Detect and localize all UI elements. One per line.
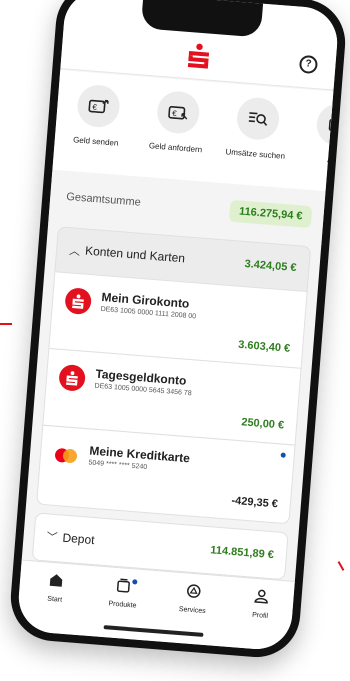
request-money-label: Geld anfordern (148, 141, 203, 155)
tab-label: Profil (251, 611, 269, 620)
help-icon[interactable]: ? (298, 54, 319, 75)
svg-text:€: € (92, 103, 98, 112)
depot-amount: 114.851,89 € (209, 544, 275, 562)
account-balance: -429,35 € (231, 494, 279, 511)
home-indicator (103, 625, 204, 637)
sparkasse-account-icon (58, 363, 87, 392)
svg-text:€: € (172, 109, 178, 118)
tab-start[interactable]: Start (24, 571, 86, 606)
apple-pay-icon (315, 102, 340, 148)
send-money-icon: € (75, 83, 122, 129)
search-transactions-label: Umsätze suchen (225, 147, 286, 161)
products-icon (116, 578, 130, 593)
apple-pay-label: Appl (326, 155, 340, 166)
chevron-down-icon: ﹀ (46, 531, 58, 545)
account-balance: 250,00 € (240, 416, 285, 432)
profile-icon (254, 589, 268, 604)
tab-produkte[interactable]: Produkte (92, 576, 154, 611)
tab-label: Produkte (108, 600, 137, 610)
sparkasse-logo (187, 43, 210, 69)
services-icon (187, 584, 201, 598)
mastercard-icon (55, 448, 78, 463)
request-money-button[interactable]: € Geld anfordern (140, 89, 215, 155)
search-transactions-button[interactable]: Umsätze suchen (220, 95, 295, 161)
phone-frame: ? € Geld senden € Geld anfordern Umsätze… (7, 0, 349, 661)
depot-title: Depot (62, 530, 96, 548)
quick-actions: € Geld senden € Geld anfordern Umsätze s… (52, 69, 340, 192)
total-amount-badge: 116.275,94 € (229, 199, 313, 229)
notification-dot (132, 579, 138, 585)
tab-label: Services (178, 605, 206, 616)
tab-profil[interactable]: Profil (230, 587, 292, 622)
request-money-icon: € (155, 89, 201, 135)
send-money-button[interactable]: € Geld senden (61, 82, 136, 148)
tab-services[interactable]: Services (162, 582, 224, 617)
chevron-up-icon: ︿ (68, 245, 81, 259)
accounts-section-title: Konten und Karten (84, 243, 186, 266)
sparkasse-account-icon (64, 287, 93, 316)
send-money-label: Geld senden (72, 135, 119, 148)
search-transactions-icon (235, 96, 281, 142)
apple-pay-button[interactable]: Appl (300, 101, 340, 167)
total-label: Gesamtsumme (65, 190, 142, 209)
tab-label: Start (47, 595, 63, 604)
notification-dot (280, 452, 286, 458)
accounts-section-amount: 3.424,05 € (244, 258, 297, 275)
home-icon (49, 574, 63, 587)
account-balance: 3.603,40 € (237, 338, 291, 355)
app-screen: ? € Geld senden € Geld anfordern Umsätze… (16, 0, 340, 652)
